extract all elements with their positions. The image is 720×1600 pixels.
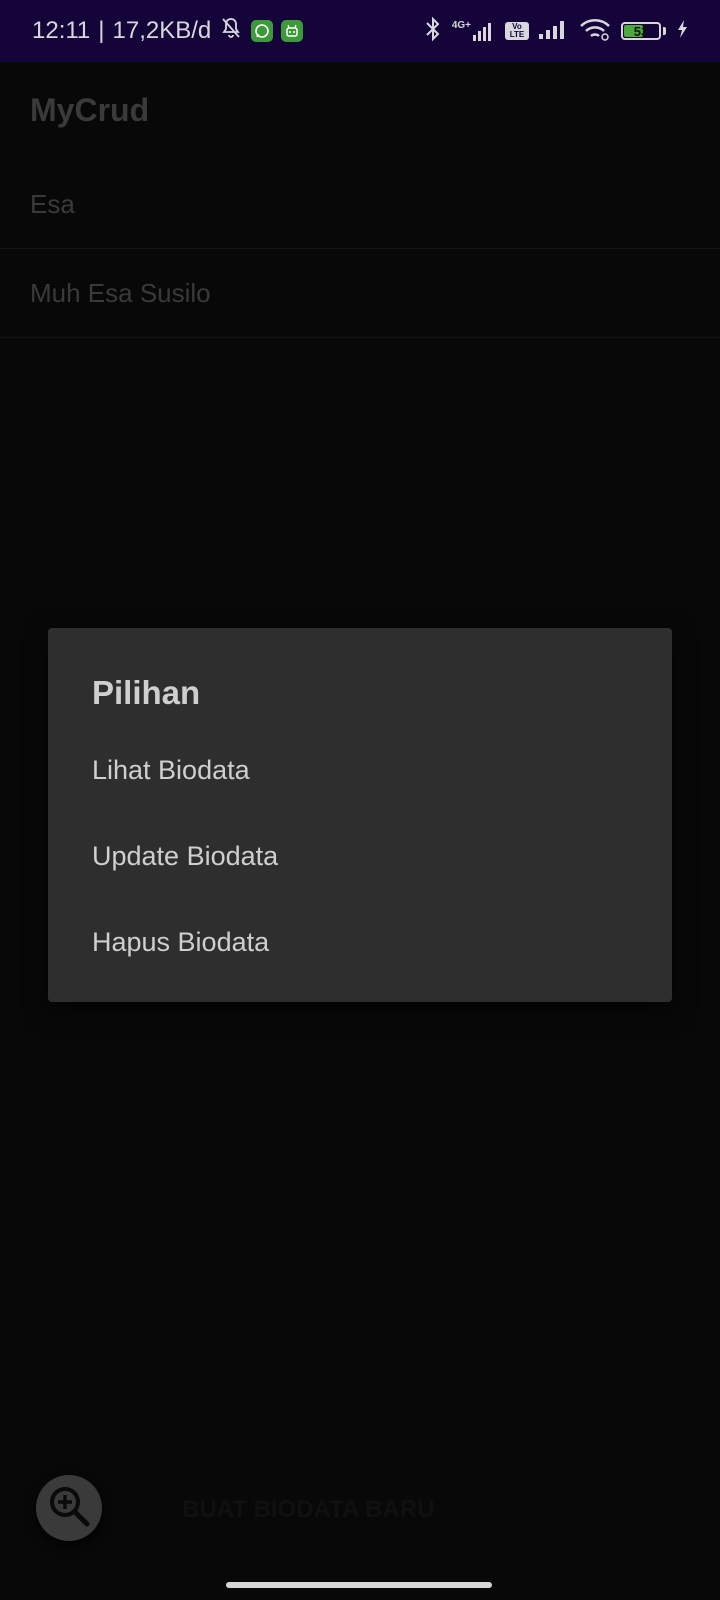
charging-icon xyxy=(676,19,688,44)
signal-4g-icon: 4G+ xyxy=(452,21,495,41)
biodata-list: Esa Muh Esa Susilo xyxy=(0,160,720,338)
app-title: MyCrud xyxy=(30,92,150,128)
app-screen: 12:11 | 17,2KB/d 4G+ Vo LTE 53 MyCrud Es… xyxy=(0,0,720,1600)
battery-icon: 53 xyxy=(621,22,661,40)
android-app-icon xyxy=(281,20,304,42)
volte-label: Vo LTE xyxy=(509,22,525,39)
home-indicator[interactable] xyxy=(226,1582,492,1588)
status-bar: 12:11 | 17,2KB/d 4G+ Vo LTE 53 xyxy=(0,0,720,62)
list-item[interactable]: Esa xyxy=(0,160,720,249)
mute-bell-icon xyxy=(219,16,243,47)
create-biodata-button[interactable]: BUAT BIODATA BARU xyxy=(182,1496,434,1524)
battery-tip xyxy=(663,27,666,35)
wifi-icon xyxy=(579,17,611,46)
status-left: 12:11 | 17,2KB/d xyxy=(32,16,304,47)
zoom-button[interactable] xyxy=(36,1475,102,1541)
whatsapp-icon xyxy=(251,20,274,42)
option-delete-biodata[interactable]: Hapus Biodata xyxy=(92,898,628,986)
bluetooth-icon xyxy=(424,16,442,47)
volte-icon: Vo LTE xyxy=(505,22,529,40)
status-separator: | xyxy=(98,17,105,44)
list-item[interactable]: Muh Esa Susilo xyxy=(0,249,720,338)
signal-icon xyxy=(539,19,569,44)
network-speed: 17,2KB/d xyxy=(112,17,212,44)
options-dialog: Pilihan Lihat Biodata Update Biodata Hap… xyxy=(48,628,672,1002)
option-view-biodata[interactable]: Lihat Biodata xyxy=(92,726,628,814)
network-label: 4G+ xyxy=(451,20,471,31)
clock: 12:11 xyxy=(32,17,91,44)
battery-level: 53 xyxy=(633,23,649,39)
option-update-biodata[interactable]: Update Biodata xyxy=(92,812,628,900)
zoom-in-icon xyxy=(46,1483,92,1534)
dialog-title: Pilihan xyxy=(92,674,201,711)
status-right: 4G+ Vo LTE 53 xyxy=(424,16,688,47)
